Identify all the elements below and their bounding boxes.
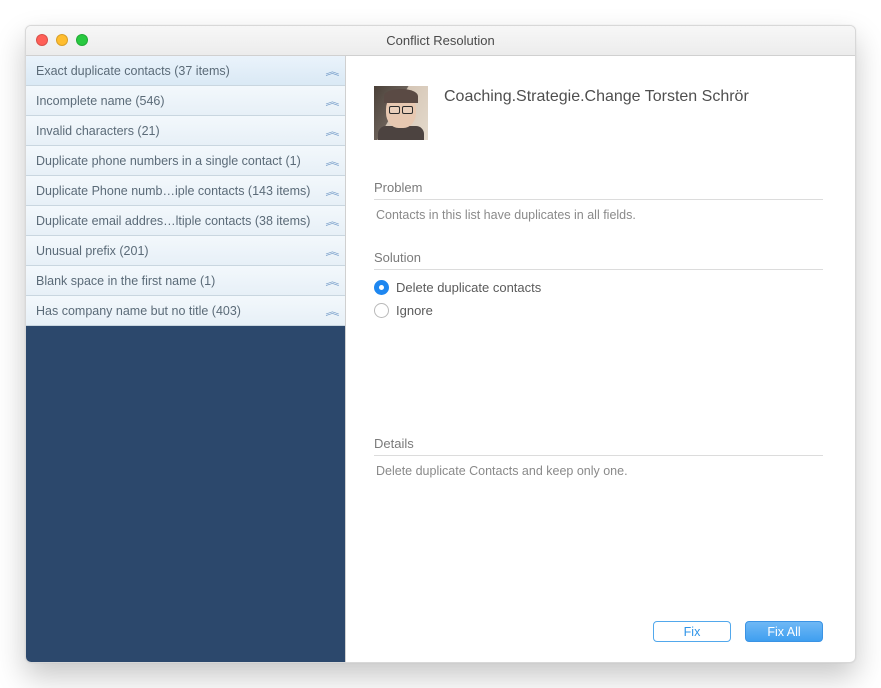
sidebar-category-label: Duplicate email addres…ltiple contacts (… [36, 214, 327, 228]
solution-option-label: Delete duplicate contacts [396, 280, 541, 295]
sidebar-category-item[interactable]: Duplicate phone numbers in a single cont… [26, 146, 345, 176]
sidebar-category-label: Duplicate phone numbers in a single cont… [36, 154, 327, 168]
sidebar-category-label: Invalid characters (21) [36, 124, 327, 138]
minimize-window-button[interactable] [56, 34, 68, 46]
sidebar-category-item[interactable]: Exact duplicate contacts (37 items)︽ [26, 56, 345, 86]
sidebar-category-label: Has company name but no title (403) [36, 304, 327, 318]
sidebar-category-label: Duplicate Phone numb…iple contacts (143 … [36, 184, 327, 198]
contact-avatar [374, 86, 428, 140]
problem-text: Contacts in this list have duplicates in… [374, 208, 823, 222]
solution-option-label: Ignore [396, 303, 433, 318]
sidebar-category-item[interactable]: Incomplete name (546)︽ [26, 86, 345, 116]
detail-pane: Coaching.Strategie.Change Torsten Schrör… [346, 56, 855, 662]
conflict-category-sidebar: Exact duplicate contacts (37 items)︽Inco… [26, 56, 346, 662]
titlebar: Conflict Resolution [26, 26, 855, 56]
sidebar-category-label: Incomplete name (546) [36, 94, 327, 108]
sidebar-category-item[interactable]: Blank space in the first name (1)︽ [26, 266, 345, 296]
contact-name: Coaching.Strategie.Change Torsten Schrör [444, 86, 749, 106]
sidebar-category-label: Unusual prefix (201) [36, 244, 327, 258]
solution-option[interactable]: Delete duplicate contacts [374, 280, 823, 295]
sidebar-category-item[interactable]: Duplicate Phone numb…iple contacts (143 … [26, 176, 345, 206]
solution-option[interactable]: Ignore [374, 303, 823, 318]
collapse-icon: ︽ [325, 243, 336, 258]
details-text: Delete duplicate Contacts and keep only … [374, 464, 823, 478]
collapse-icon: ︽ [325, 213, 336, 228]
fix-button[interactable]: Fix [653, 621, 731, 642]
window-title: Conflict Resolution [26, 33, 855, 48]
collapse-icon: ︽ [325, 123, 336, 138]
collapse-icon: ︽ [325, 183, 336, 198]
solution-section: Solution Delete duplicate contacts Ignore [374, 250, 823, 318]
sidebar-category-label: Exact duplicate contacts (37 items) [36, 64, 327, 78]
fix-button-label: Fix [684, 625, 701, 639]
details-section: Details Delete duplicate Contacts and ke… [374, 436, 823, 478]
zoom-window-button[interactable] [76, 34, 88, 46]
collapse-icon: ︽ [325, 153, 336, 168]
radio-icon [374, 303, 389, 318]
problem-heading: Problem [374, 180, 823, 200]
sidebar-category-item[interactable]: Duplicate email addres…ltiple contacts (… [26, 206, 345, 236]
collapse-icon: ︽ [325, 273, 336, 288]
problem-section: Problem Contacts in this list have dupli… [374, 180, 823, 222]
details-heading: Details [374, 436, 823, 456]
collapse-icon: ︽ [325, 303, 336, 318]
sidebar-category-item[interactable]: Has company name but no title (403)︽ [26, 296, 345, 326]
sidebar-category-label: Blank space in the first name (1) [36, 274, 327, 288]
radio-icon [374, 280, 389, 295]
collapse-icon: ︽ [325, 93, 336, 108]
sidebar-category-item[interactable]: Invalid characters (21)︽ [26, 116, 345, 146]
solution-heading: Solution [374, 250, 823, 270]
close-window-button[interactable] [36, 34, 48, 46]
collapse-icon: ︽ [325, 63, 336, 78]
sidebar-category-item[interactable]: Unusual prefix (201)︽ [26, 236, 345, 266]
fix-all-button[interactable]: Fix All [745, 621, 823, 642]
fix-all-button-label: Fix All [767, 625, 800, 639]
